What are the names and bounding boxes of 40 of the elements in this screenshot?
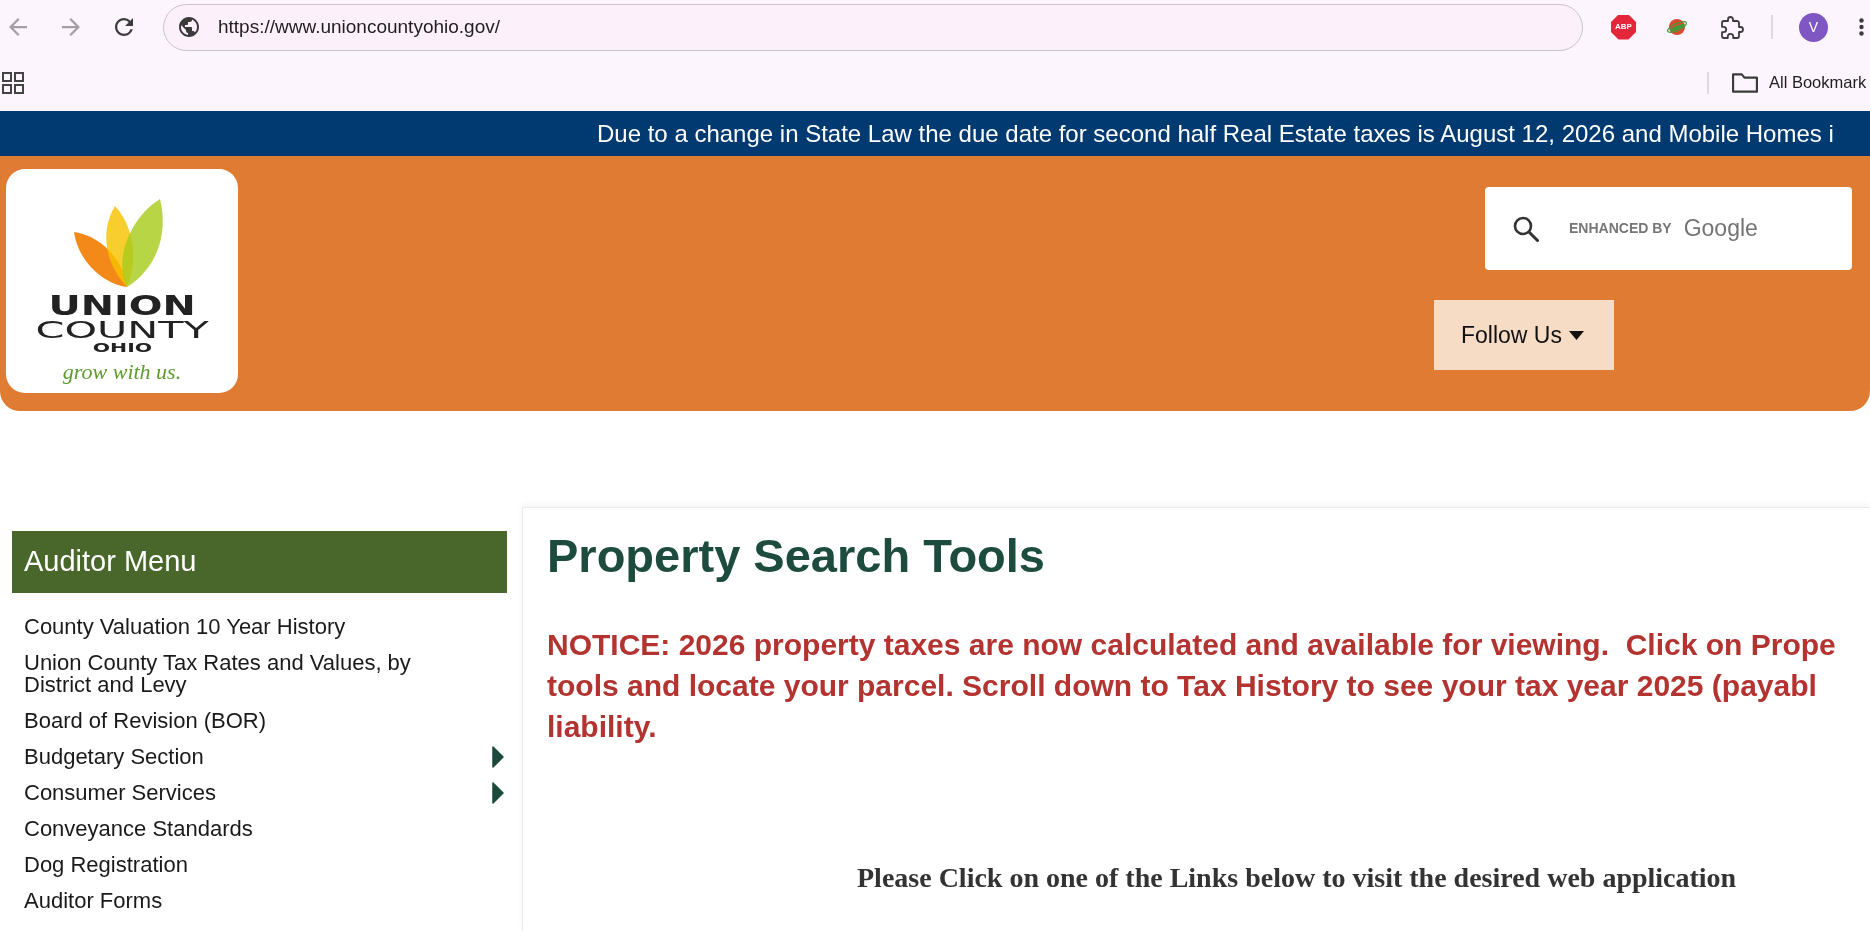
octagon-extension-button[interactable]: ABP [1611,14,1636,40]
url-text: https://www.unioncountyohio.gov/ [218,14,500,39]
notice-text: NOTICE: 2026 property taxes are now calculated and available for viewing. Click on Prope tools and locate your parcel. Scroll down to Tax History to see your tax year 2025 (payabl liability. [547,627,1837,745]
caret-down-icon [1568,330,1584,340]
menu-link[interactable]: Conveyance Standards [24,818,253,840]
page-title: Property Search Tools [547,528,1046,584]
logo-name-text: UNION [48,295,196,317]
search-branding-name: Google [1683,214,1758,244]
folder-icon [1732,72,1758,93]
announcement-text: Due to a change in State Law the due date for second half Real Estate taxes is August 12, 2026 and Mobile Homes i [597,118,1834,149]
menu-link[interactable]: Dog Registration [24,854,188,876]
profile-avatar[interactable]: V [1799,12,1828,42]
menu-link[interactable]: Auditor Forms [24,890,163,912]
planet-icon[interactable] [1666,16,1688,38]
search-icon [1513,215,1539,242]
expand-arrow-icon[interactable] [492,746,504,768]
leaves-logo-icon [73,199,165,289]
menu-heading: Auditor Menu [12,531,507,593]
puzzle-icon[interactable] [1721,15,1744,39]
globe-icon[interactable] [179,17,199,37]
menu-link[interactable]: Union County Tax Rates and Values, by District and Levy [24,652,444,696]
follow-us-button[interactable]: Follow Us [1434,300,1614,370]
reload-icon[interactable] [115,18,133,36]
menu-link[interactable]: Board of Revision (BOR) [24,710,267,732]
menu-link[interactable]: Budgetary Section [24,746,204,768]
instruction-text: Please Click on one of the Links below to visit the desired web application [857,862,1738,894]
logo-card[interactable]: UNION COUNTY OHIO grow with us. [6,169,238,393]
search-field[interactable]: ENHANCED BY Google [1485,187,1852,270]
more-menu-icon[interactable] [1859,18,1864,36]
apps-grid-icon[interactable] [2,71,24,94]
expand-arrow-icon[interactable] [492,782,504,804]
logo-state-text: OHIO [92,343,152,353]
menu-link[interactable]: County Valuation 10 Year History [24,616,346,638]
address-bar[interactable]: https://www.unioncountyohio.gov/ [163,3,1583,51]
bookmarks-folder-label: All Bookmark [1769,72,1867,94]
logo-tagline: grow with us. [62,361,182,383]
logo-name-text: COUNTY [35,321,209,339]
menu-link[interactable]: Consumer Services [24,782,216,804]
search-branding-label: ENHANCED BY [1569,219,1672,238]
bookmarks-folder-button[interactable]: All Bookmark [1732,70,1867,95]
